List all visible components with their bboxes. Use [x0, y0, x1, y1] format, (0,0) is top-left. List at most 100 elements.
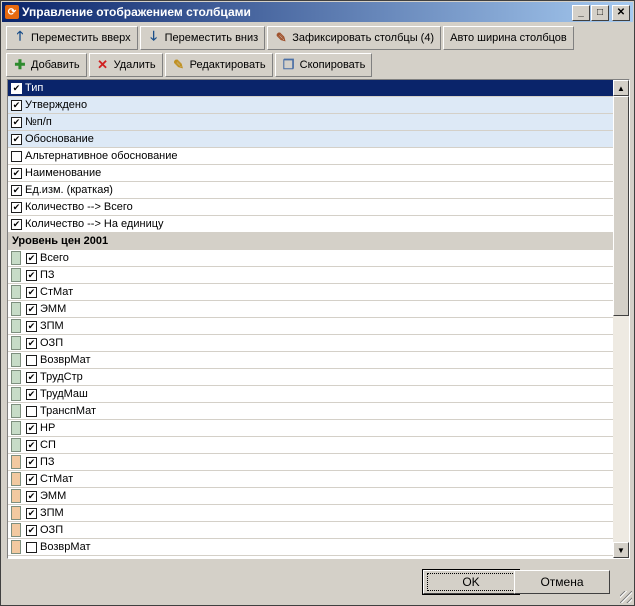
copy-label: Скопировать — [299, 59, 366, 71]
visibility-checkbox[interactable]: ✔ — [26, 320, 37, 332]
column-row[interactable]: ✔ СтМат — [8, 471, 613, 488]
move-down-label: Переместить вниз — [164, 32, 259, 44]
column-row-label: ТрудМаш — [40, 388, 88, 400]
visibility-checkbox[interactable] — [11, 150, 22, 162]
column-row[interactable]: Альтернативное обоснование — [8, 148, 613, 165]
color-swatch — [11, 421, 21, 435]
move-down-button[interactable]: 🡓 Переместить вниз — [139, 26, 266, 50]
ok-label: OK — [427, 573, 515, 591]
column-row[interactable]: ✔ ОЗП — [8, 335, 613, 352]
visibility-checkbox[interactable]: ✔ — [26, 439, 37, 451]
column-row[interactable]: ✔ ЭММ — [8, 301, 613, 318]
vertical-scrollbar[interactable]: ▲ ▼ — [613, 80, 629, 558]
column-row-label: НР — [40, 422, 56, 434]
edit-button[interactable]: ✎ Редактировать — [164, 53, 273, 77]
color-swatch — [11, 438, 21, 452]
delete-label: Удалить — [113, 59, 156, 71]
visibility-checkbox[interactable]: ✔ — [11, 133, 22, 145]
column-row[interactable]: ВозврМат — [8, 352, 613, 369]
arrow-down-icon: 🡓 — [150, 28, 157, 43]
visibility-checkbox[interactable]: ✔ — [26, 422, 37, 434]
visibility-checkbox[interactable]: ✔ — [26, 507, 37, 519]
visibility-checkbox[interactable]: ✔ — [11, 218, 22, 230]
maximize-button[interactable]: □ — [591, 5, 609, 21]
visibility-checkbox[interactable]: ✔ — [11, 167, 22, 179]
column-row-label: ТрудСтр — [40, 371, 83, 383]
column-row[interactable]: ✔ Количество --> На единицу — [8, 216, 613, 233]
column-row[interactable]: ТранспМат — [8, 403, 613, 420]
column-row-label: СтМат — [40, 473, 74, 485]
visibility-checkbox[interactable] — [26, 405, 37, 417]
visibility-checkbox[interactable]: ✔ — [26, 371, 37, 383]
visibility-checkbox[interactable]: ✔ — [26, 337, 37, 349]
cancel-label: Отмена — [540, 575, 584, 589]
visibility-checkbox[interactable]: ✔ — [11, 82, 22, 94]
scroll-down-arrow-icon[interactable]: ▼ — [613, 542, 629, 558]
visibility-checkbox[interactable]: ✔ — [26, 490, 37, 502]
visibility-checkbox[interactable]: ✔ — [26, 473, 37, 485]
column-row[interactable]: ✔ Ед.изм. (краткая) — [8, 182, 613, 199]
add-button[interactable]: ✚ Добавить — [6, 53, 87, 77]
visibility-checkbox[interactable]: ✔ — [26, 303, 37, 315]
color-swatch — [11, 404, 21, 418]
delete-button[interactable]: ✕ Удалить — [88, 53, 163, 77]
column-row[interactable]: ✔ ЗПМ — [8, 505, 613, 522]
column-row[interactable]: ✔ СП — [8, 437, 613, 454]
group-header[interactable]: Уровень цен 2001 — [8, 233, 613, 250]
column-row-label: Обоснование — [25, 133, 94, 145]
column-row[interactable]: ✔ ТрудМаш — [8, 386, 613, 403]
column-row[interactable]: ✔ ЗПМ — [8, 318, 613, 335]
column-row[interactable]: ✔ Наименование — [8, 165, 613, 182]
visibility-checkbox[interactable]: ✔ — [11, 184, 22, 196]
scroll-thumb[interactable] — [613, 96, 629, 316]
visibility-checkbox[interactable] — [26, 541, 37, 553]
column-row[interactable]: ✔ ЭММ — [8, 488, 613, 505]
cancel-button[interactable]: Отмена — [514, 570, 610, 594]
column-row[interactable]: ВозврМат — [8, 539, 613, 556]
column-row-label: Всего — [40, 252, 69, 264]
visibility-checkbox[interactable]: ✔ — [11, 116, 22, 128]
color-swatch — [11, 353, 21, 367]
toolbar-move: 🡑 Переместить вверх 🡓 Переместить вниз ✎… — [6, 26, 576, 50]
visibility-checkbox[interactable]: ✔ — [26, 286, 37, 298]
visibility-checkbox[interactable]: ✔ — [26, 252, 37, 264]
column-row[interactable]: ✔ ТрудСтр — [8, 369, 613, 386]
color-swatch — [11, 268, 21, 282]
column-row[interactable]: ✔ СтМат — [8, 284, 613, 301]
ok-button[interactable]: OK — [422, 569, 520, 595]
toolbar-edit: ✚ Добавить ✕ Удалить ✎ Редактировать ❐ С… — [6, 53, 374, 77]
visibility-checkbox[interactable]: ✔ — [11, 99, 22, 111]
visibility-checkbox[interactable]: ✔ — [26, 524, 37, 536]
color-swatch — [11, 285, 21, 299]
column-row[interactable]: ✔ №п/п — [8, 114, 613, 131]
edit-label: Редактировать — [189, 59, 266, 71]
column-row[interactable]: ✔ ПЗ — [8, 267, 613, 284]
close-button[interactable]: ✕ — [612, 5, 630, 21]
visibility-checkbox[interactable]: ✔ — [26, 388, 37, 400]
copy-button[interactable]: ❐ Скопировать — [274, 53, 373, 77]
column-row[interactable]: ✔ Утверждено — [8, 97, 613, 114]
minimize-button[interactable]: _ — [572, 5, 590, 21]
column-row[interactable]: ✔ Обоснование — [8, 131, 613, 148]
color-swatch — [11, 506, 21, 520]
scroll-up-arrow-icon[interactable]: ▲ — [613, 80, 629, 96]
title-bar[interactable]: ⟳ Управление отображением столбцами _ □ … — [2, 2, 633, 22]
column-row[interactable]: ✔ ОЗП — [8, 522, 613, 539]
column-row-label: ОЗП — [40, 337, 64, 349]
column-row[interactable]: ✔ ПЗ — [8, 454, 613, 471]
column-row[interactable]: ✔ НР — [8, 420, 613, 437]
auto-width-button[interactable]: Авто ширина столбцов — [443, 26, 574, 50]
visibility-checkbox[interactable]: ✔ — [11, 201, 22, 213]
column-row-label: Наименование — [25, 167, 102, 179]
visibility-checkbox[interactable]: ✔ — [26, 269, 37, 281]
column-row[interactable]: ✔ Всего — [8, 250, 613, 267]
column-row[interactable]: ✔ Количество --> Всего — [8, 199, 613, 216]
freeze-columns-button[interactable]: ✎ Зафиксировать столбцы (4) — [267, 26, 442, 50]
visibility-checkbox[interactable] — [26, 354, 37, 366]
column-row[interactable]: ✔ Тип — [8, 80, 613, 97]
move-up-button[interactable]: 🡑 Переместить вверх — [6, 26, 138, 50]
visibility-checkbox[interactable]: ✔ — [26, 456, 37, 468]
columns-list: ✔ Тип ✔ Утверждено ✔ №п/п ✔ Обоснование Альтерна… — [7, 79, 630, 559]
resize-grip-icon[interactable] — [620, 591, 632, 603]
column-row-label: Альтернативное обоснование — [25, 150, 178, 162]
